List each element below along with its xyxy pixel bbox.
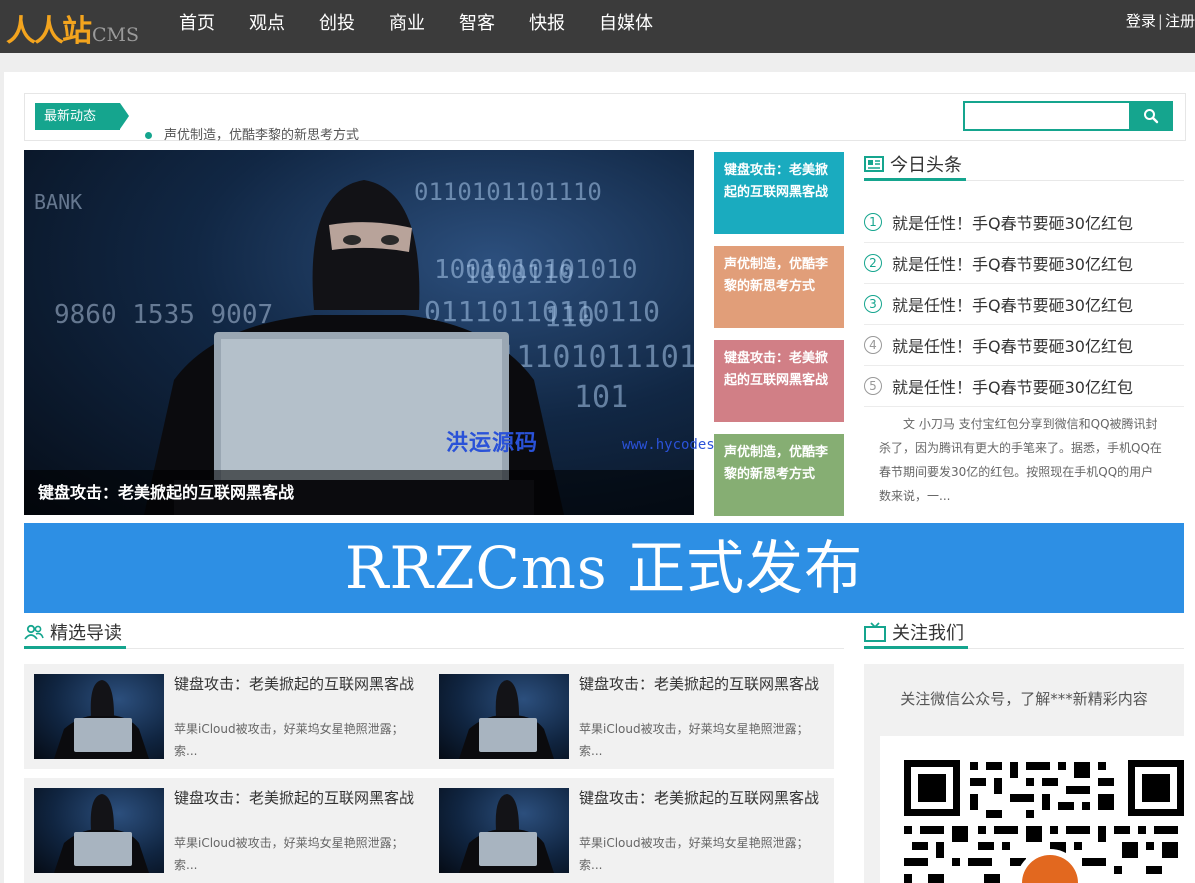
featured-item-title: 键盘攻击：老美掀起的互联网黑客战	[579, 789, 820, 807]
qr-code-icon	[904, 760, 1184, 883]
featured-item-title: 键盘攻击：老美掀起的互联网黑客战	[174, 789, 415, 807]
article-thumbnail	[34, 674, 164, 759]
login-link[interactable]: 登录	[1126, 12, 1156, 30]
auth-separator: |	[1157, 12, 1163, 30]
ticker-item[interactable]: 声优制造，优酷李黎的新思考方式	[145, 124, 359, 143]
logo-main-text: 人人站	[6, 14, 92, 49]
nav-item-business[interactable]: 商业	[372, 0, 442, 53]
featured-header: 精选导读	[24, 618, 844, 649]
headlines-list: 1 就是任性！手Q春节要砸30亿红包 2 就是任性！手Q春节要砸30亿红包 3 就是任…	[864, 202, 1184, 407]
headline-text: 就是任性！手Q春节要砸30亿红包	[892, 378, 1133, 397]
nav-item-venture[interactable]: 创投	[302, 0, 372, 53]
featured-item-title: 键盘攻击：老美掀起的互联网黑客战	[174, 675, 415, 693]
nav-item-opinion[interactable]: 观点	[232, 0, 302, 53]
featured-item-title: 键盘攻击：老美掀起的互联网黑客战	[579, 675, 820, 693]
follow-title: 关注我们	[864, 618, 968, 649]
article-thumbnail	[439, 788, 569, 873]
newspaper-icon	[864, 156, 884, 172]
featured-item-desc: 苹果iCloud被攻击，好莱坞女星艳照泄露；索...	[579, 722, 809, 758]
featured-item[interactable]: 键盘攻击：老美掀起的互联网黑客战 苹果iCloud被攻击，好莱坞女星艳照泄露；索…	[439, 788, 834, 873]
headline-item[interactable]: 5 就是任性！手Q春节要砸30亿红包	[864, 366, 1184, 407]
follow-header: 关注我们	[864, 618, 1184, 649]
headline-text: 就是任性！手Q春节要砸30亿红包	[892, 296, 1133, 315]
search-input[interactable]	[963, 101, 1131, 131]
headlines-header: 今日头条	[864, 150, 1184, 181]
featured-item[interactable]: 键盘攻击：老美掀起的互联网黑客战 苹果iCloud被攻击，好莱坞女星艳照泄露；索…	[34, 788, 429, 873]
search-button[interactable]	[1129, 101, 1173, 131]
rank-badge: 1	[864, 213, 882, 231]
tile-article[interactable]: 键盘攻击：老美掀起的互联网黑客战	[714, 340, 844, 422]
tile-article[interactable]: 声优制造，优酷李黎的新思考方式	[714, 434, 844, 516]
headline-item[interactable]: 4 就是任性！手Q春节要砸30亿红包	[864, 325, 1184, 366]
follow-text: 关注微信公众号，了解***新精彩内容	[900, 690, 1148, 708]
hacker-thumbnail	[459, 680, 554, 759]
nav-item-smart[interactable]: 智客	[442, 0, 512, 53]
hacker-thumbnail	[54, 794, 149, 873]
rank-badge: 4	[864, 336, 882, 354]
hero-slide[interactable]: 010111010111010 01110110110110 100101010…	[24, 150, 694, 515]
headline-item[interactable]: 3 就是任性！手Q春节要砸30亿红包	[864, 284, 1184, 325]
featured-title: 精选导读	[24, 618, 126, 649]
users-icon	[24, 624, 44, 640]
headline-text: 就是任性！手Q春节要砸30亿红包	[892, 214, 1133, 233]
main-nav: 首页 观点 创投 商业 智客 快报 自媒体	[162, 0, 670, 53]
rank-badge: 5	[864, 377, 882, 395]
rank-badge: 2	[864, 254, 882, 272]
top-navbar: 人人站 CMS 首页 观点 创投 商业 智客 快报 自媒体 登录 | 注册	[0, 0, 1195, 53]
follow-panel: 关注微信公众号，了解***新精彩内容	[864, 664, 1184, 883]
promo-banner[interactable]: RRZCms 正式发布	[24, 523, 1184, 613]
hacker-thumbnail	[459, 794, 554, 873]
tile-article[interactable]: 键盘攻击：老美掀起的互联网黑客战	[714, 152, 844, 234]
follow-title-text: 关注我们	[892, 623, 964, 644]
headline-item[interactable]: 2 就是任性！手Q春节要砸30亿红包	[864, 243, 1184, 284]
featured-item-desc: 苹果iCloud被攻击，好莱坞女星艳照泄露；索...	[579, 836, 809, 872]
headline-text: 就是任性！手Q春节要砸30亿红包	[892, 255, 1133, 274]
headline-summary: 文 小刀马 支付宝红包分享到微信和QQ被腾讯封杀了，因为腾讯有更大的手笔来了。据…	[879, 417, 1162, 503]
search-icon	[1144, 109, 1159, 124]
featured-item-desc: 苹果iCloud被攻击，好莱坞女星艳照泄露；索...	[174, 722, 404, 758]
hacker-thumbnail	[54, 680, 149, 759]
article-thumbnail	[439, 674, 569, 759]
hacker-illustration	[144, 180, 564, 515]
headline-text: 就是任性！手Q春节要砸30亿红包	[892, 337, 1133, 356]
logo-sub-text: CMS	[92, 24, 140, 46]
ticker-item-text: 声优制造，优酷李黎的新思考方式	[164, 128, 360, 143]
site-logo[interactable]: 人人站 CMS	[6, 6, 140, 49]
nav-item-news-flash[interactable]: 快报	[512, 0, 582, 53]
watermark-text: 洪运源码	[446, 430, 539, 456]
featured-item[interactable]: 键盘攻击：老美掀起的互联网黑客战 苹果iCloud被攻击，好莱坞女星艳照泄露；索…	[439, 674, 834, 759]
featured-title-text: 精选导读	[50, 623, 122, 644]
tv-icon	[864, 622, 886, 642]
bullet-icon	[145, 132, 152, 139]
tile-article[interactable]: 声优制造，优酷李黎的新思考方式	[714, 246, 844, 328]
headlines-title-text: 今日头条	[890, 155, 962, 176]
ticker-tag: 最新动态	[35, 103, 129, 130]
register-link[interactable]: 注册	[1165, 12, 1195, 30]
nav-item-home[interactable]: 首页	[162, 0, 232, 53]
nav-item-we-media[interactable]: 自媒体	[582, 0, 670, 53]
headlines-title: 今日头条	[864, 150, 966, 181]
auth-links: 登录 | 注册	[1126, 10, 1195, 31]
article-thumbnail	[34, 788, 164, 873]
featured-item-desc: 苹果iCloud被攻击，好莱坞女星艳照泄露；索...	[174, 836, 404, 872]
wechat-qr-code	[880, 736, 1184, 883]
hero-caption[interactable]: 键盘攻击：老美掀起的互联网黑客战	[24, 470, 694, 515]
headline-item[interactable]: 1 就是任性！手Q春节要砸30亿红包	[864, 202, 1184, 243]
rank-badge: 3	[864, 295, 882, 313]
featured-item[interactable]: 键盘攻击：老美掀起的互联网黑客战 苹果iCloud被攻击，好莱坞女星艳照泄露；索…	[34, 674, 429, 759]
